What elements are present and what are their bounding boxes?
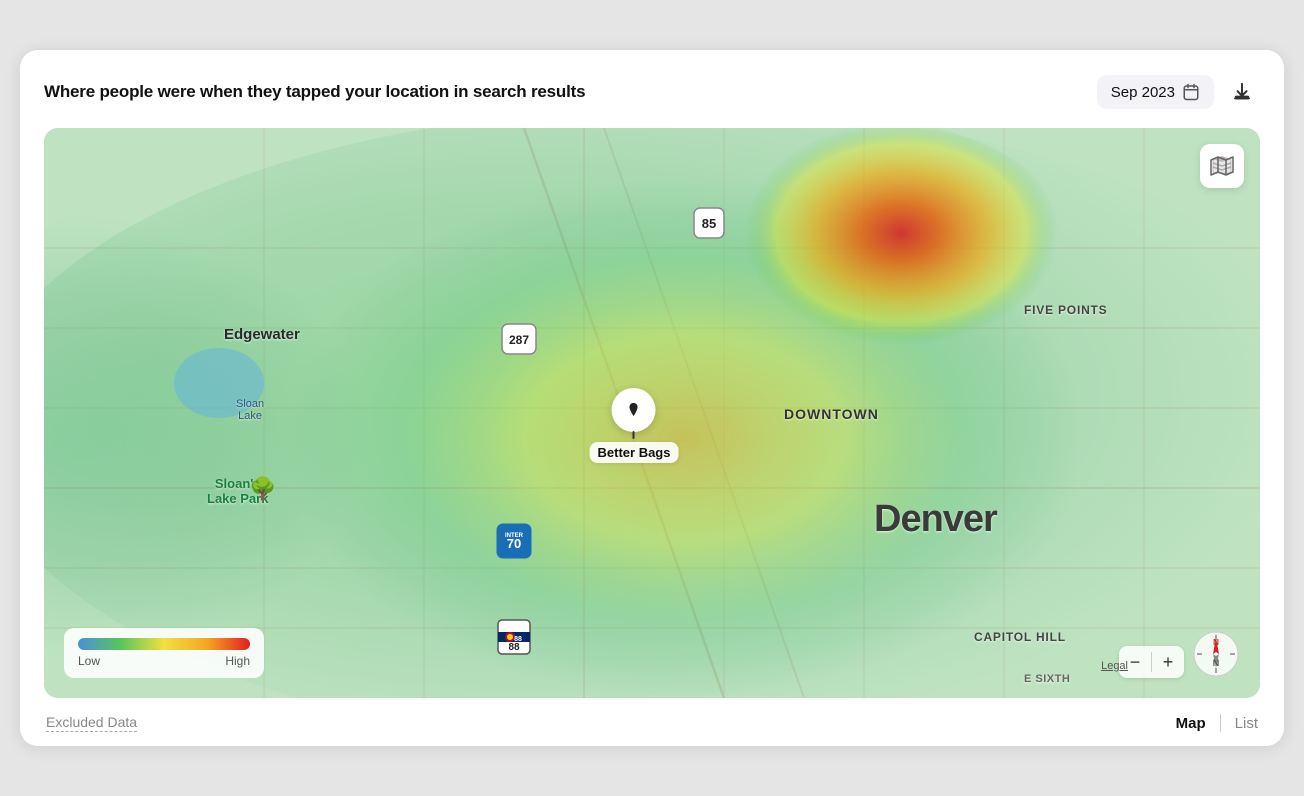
date-picker-button[interactable]: Sep 2023 [1097,75,1214,109]
location-pin: Better Bags [590,388,679,463]
lake-shape [174,348,264,418]
park-area [174,348,264,418]
heatmap-legend: Low High [64,628,264,678]
legend-high-label: High [225,654,250,668]
main-card: Where people were when they tapped your … [20,50,1284,746]
calendar-icon [1182,83,1200,101]
footer: Excluded Data Map List [44,700,1260,746]
map-view-button[interactable]: Map [1176,715,1206,732]
pin-label: Better Bags [590,442,679,463]
compass: N N [1192,630,1240,678]
map-layers-button[interactable] [1200,144,1244,188]
excluded-data-link[interactable]: Excluded Data [46,714,137,732]
pin-dot-icon [627,400,641,420]
map-container[interactable]: Edgewater SloanLake Sloan'sLake Park DOW… [44,128,1260,698]
view-toggle: Map List [1176,714,1258,732]
legend-labels: Low High [78,654,250,668]
legend-gradient-bar [78,638,250,650]
zoom-in-button[interactable]: + [1152,646,1184,678]
download-icon [1231,81,1253,103]
highway-287-shield: 287 [500,322,538,356]
svg-text:N: N [1213,658,1220,668]
highway-85-shield: 85 [692,206,726,240]
list-view-button[interactable]: List [1235,715,1258,732]
view-divider [1220,714,1221,732]
svg-text:N: N [1213,638,1219,647]
legend-low-label: Low [78,654,100,668]
svg-text:287: 287 [509,333,529,347]
zoom-controls: − + [1119,646,1184,678]
legal-link[interactable]: Legal [1101,660,1128,672]
download-button[interactable] [1224,74,1260,110]
page-title: Where people were when they tapped your … [44,82,585,102]
pin-bubble [612,388,656,432]
svg-text:88: 88 [508,642,520,653]
park-tree-icon: 🌳 [249,476,276,502]
header-controls: Sep 2023 [1097,74,1260,110]
highway-88-shield: 88 88 [496,618,532,656]
header: Where people were when they tapped your … [44,74,1260,110]
date-label: Sep 2023 [1111,84,1175,101]
svg-text:70: 70 [507,536,521,551]
svg-text:85: 85 [702,216,716,231]
highway-70-shield: INTER 70 [496,523,532,559]
map-layers-icon [1210,154,1234,178]
